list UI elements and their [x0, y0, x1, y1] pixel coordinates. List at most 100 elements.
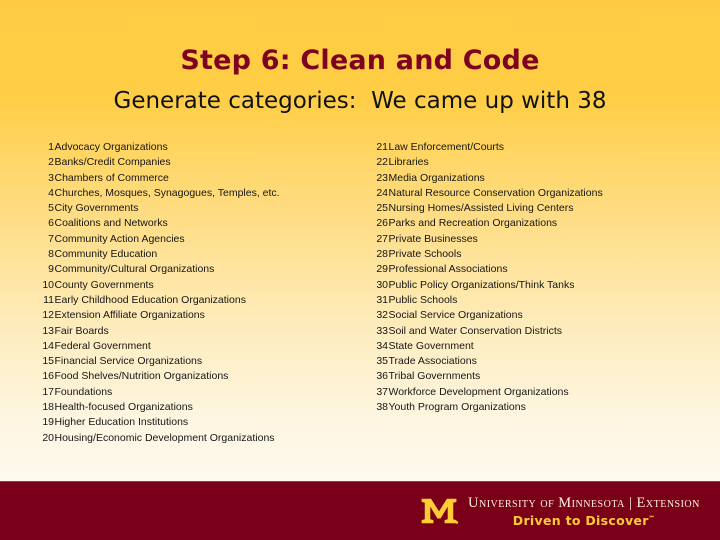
category-label: Fair Boards	[54, 324, 109, 337]
category-label: Nursing Homes/Assisted Living Centers	[388, 202, 574, 215]
category-number: 13	[42, 324, 54, 337]
category-label: Community/Cultural Organizations	[54, 263, 215, 276]
category-label: County Governments	[54, 278, 154, 291]
category-number: 19	[42, 416, 54, 429]
category-item: 24 Natural Resource Conservation Organiza…	[362, 186, 662, 201]
category-item: 8 Community Education	[28, 247, 328, 262]
umn-extension-logo: University of Minnesota | Extension Driv…	[419, 488, 700, 534]
category-label: Health-focused Organizations	[54, 401, 193, 414]
category-list-right: 21 Law Enforcement/Courts 22 Libraries 23 Med…	[362, 140, 662, 415]
logo-institution: University of Minnesota | Extension	[468, 495, 700, 512]
category-item: 33 Soil and Water Conservation Districts	[362, 324, 662, 339]
category-number: 5	[48, 202, 54, 215]
category-list-left: 1 Advocacy Organizations 2 Banks/Credit Com…	[28, 140, 328, 446]
category-number: 22	[376, 156, 388, 169]
category-item: 2 Banks/Credit Companies	[28, 155, 328, 170]
category-label: City Governments	[54, 202, 139, 215]
category-item: 14 Federal Government	[28, 339, 328, 354]
category-number: 6	[48, 217, 54, 230]
category-number: 28	[376, 248, 388, 261]
category-item: 17 Foundations	[28, 385, 328, 400]
category-number: 14	[42, 339, 54, 352]
category-item: 35 Trade Associations	[362, 354, 662, 369]
category-item: 22 Libraries	[362, 155, 662, 170]
category-label: Advocacy Organizations	[54, 141, 168, 153]
category-label: Public Policy Organizations/Think Tanks	[388, 278, 575, 291]
category-number: 26	[376, 217, 388, 230]
category-label: Foundations	[54, 385, 113, 398]
category-label: State Government	[388, 339, 474, 352]
category-item: 32 Social Service Organizations	[362, 308, 662, 323]
category-label: Food Shelves/Nutrition Organizations	[54, 370, 229, 383]
category-number: 34	[376, 339, 388, 352]
category-number: 35	[376, 355, 388, 368]
category-label: Professional Associations	[388, 263, 508, 276]
category-number: 4	[48, 186, 54, 199]
category-number: 37	[376, 385, 388, 398]
category-item: 26 Parks and Recreation Organizations	[362, 216, 662, 231]
category-item: 37 Workforce Development Organizations	[362, 385, 662, 400]
category-number: 25	[376, 202, 388, 215]
category-label: Parks and Recreation Organizations	[388, 217, 558, 230]
category-number: 16	[42, 370, 54, 383]
category-item: 18 Health-focused Organizations	[28, 400, 328, 415]
category-number: 17	[42, 385, 54, 398]
category-number: 18	[42, 401, 54, 414]
category-item: 28 Private Schools	[362, 247, 662, 262]
category-number: 23	[376, 171, 388, 184]
category-item: 27 Private Businesses	[362, 232, 662, 247]
category-label: Chambers of Commerce	[54, 171, 169, 184]
category-label: Community Action Agencies	[54, 232, 185, 245]
category-item: 11 Early Childhood Education Organization…	[28, 293, 328, 308]
category-item: 13 Fair Boards	[28, 324, 328, 339]
category-number: 32	[376, 309, 388, 322]
category-label: Coalitions and Networks	[54, 217, 168, 230]
category-label: Public Schools	[388, 293, 458, 306]
service-mark-icon: ℠	[648, 514, 656, 522]
category-item: 30 Public Policy Organizations/Think Tank…	[362, 278, 662, 293]
category-label: Tribal Governments	[388, 370, 481, 383]
block-m-icon	[421, 498, 459, 524]
category-item: 3 Chambers of Commerce	[28, 171, 328, 186]
category-label: Higher Education Institutions	[54, 416, 189, 429]
category-item: 29 Professional Associations	[362, 262, 662, 277]
category-item: 4 Churches, Mosques, Synagogues, Temples,…	[28, 186, 328, 201]
logo-tagline: Driven to Discover℠	[468, 512, 700, 528]
category-item: 34 State Government	[362, 339, 662, 354]
category-label: Libraries	[388, 156, 429, 169]
category-item: 25 Nursing Homes/Assisted Living Centers	[362, 201, 662, 216]
category-item: 1 Advocacy Organizations	[28, 140, 328, 155]
category-label: Soil and Water Conservation Districts	[388, 324, 563, 337]
category-label: Law Enforcement/Courts	[388, 141, 505, 153]
category-label: Media Organizations	[388, 171, 485, 184]
logo-tagline-text: Driven to Discover	[512, 512, 649, 528]
category-item: 31 Public Schools	[362, 293, 662, 308]
category-number: 10	[42, 278, 54, 291]
page-subtitle: Generate categories: We came up with 38	[113, 88, 607, 114]
category-label: Financial Service Organizations	[54, 355, 203, 368]
category-number: 12	[42, 309, 54, 322]
category-label: Banks/Credit Companies	[54, 156, 171, 169]
category-number: 31	[376, 293, 388, 306]
category-item: 19 Higher Education Institutions	[28, 415, 328, 430]
category-number: 15	[42, 355, 54, 368]
category-item: 12 Extension Affiliate Organizations	[28, 308, 328, 323]
category-number: 29	[376, 263, 388, 276]
category-number: 38	[376, 401, 388, 414]
category-label: Social Service Organizations	[388, 309, 523, 322]
category-number: 2	[48, 156, 54, 169]
category-label: Early Childhood Education Organizations	[54, 293, 246, 306]
logo-text-block: University of Minnesota | Extension Driv…	[468, 495, 700, 528]
category-number: 1	[48, 141, 54, 153]
page-title: Step 6: Clean and Code	[180, 45, 540, 76]
category-number: 36	[376, 370, 388, 383]
category-item: 23 Media Organizations	[362, 171, 662, 186]
slide-canvas: Step 6: Clean and Code Generate categori…	[0, 0, 720, 540]
category-number: 8	[48, 248, 54, 261]
category-item: 9 Community/Cultural Organizations	[28, 262, 328, 277]
category-item: 15 Financial Service Organizations	[28, 354, 328, 369]
category-item: 7 Community Action Agencies	[28, 232, 328, 247]
category-label: Housing/Economic Development Organizatio…	[54, 431, 275, 444]
category-item: 16 Food Shelves/Nutrition Organizations	[28, 369, 328, 384]
category-number: 27	[376, 232, 388, 245]
